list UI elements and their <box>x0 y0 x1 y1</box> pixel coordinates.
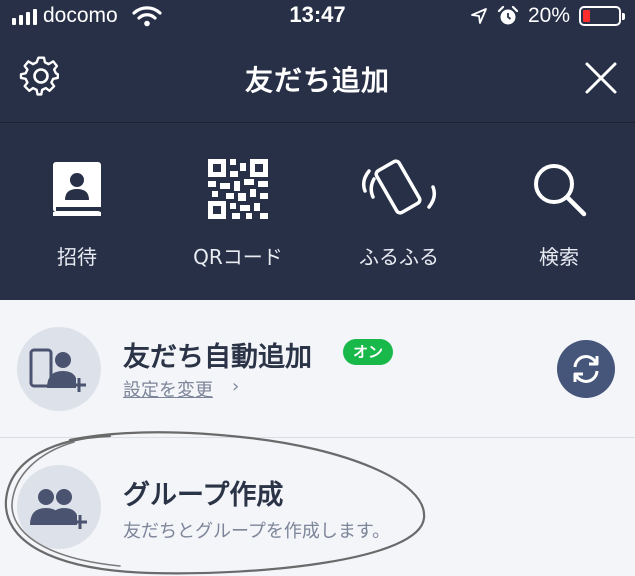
battery-percent: 20% <box>527 4 570 27</box>
close-icon[interactable] <box>583 60 619 96</box>
option-label: 検索 <box>539 245 579 269</box>
sync-button[interactable] <box>557 340 615 398</box>
search-icon <box>534 164 587 217</box>
alarm-icon <box>497 5 519 25</box>
add-friend-options: 招待 QRコード ふるふる 検索 <box>0 123 635 300</box>
shaking-phone-icon <box>361 159 437 215</box>
page-title: 友だち追加 <box>244 64 390 97</box>
auto-add-row[interactable]: 友だち自動追加 オン 設定を変更 › <box>0 300 635 438</box>
create-group-title: グループ作成 <box>123 480 284 511</box>
header: 友だち追加 <box>0 33 635 123</box>
status-right: 20% <box>470 4 625 28</box>
option-label: QRコード <box>193 245 283 269</box>
battery-icon <box>579 6 625 26</box>
friend-list: 友だち自動追加 オン 設定を変更 › グループ作成 友だちとグループを作成します… <box>0 300 635 576</box>
invite-option[interactable]: 招待 <box>7 157 147 270</box>
create-group-subtitle: 友だちとグループを作成します。 <box>123 521 391 542</box>
option-label: 招待 <box>57 245 97 269</box>
create-group-row[interactable]: グループ作成 友だちとグループを作成します。 <box>0 439 635 576</box>
shake-option[interactable]: ふるふる <box>329 157 469 270</box>
change-settings-link[interactable]: 設定を変更 <box>123 376 213 402</box>
sync-icon <box>573 355 599 383</box>
qr-code-icon <box>208 159 268 219</box>
auto-add-title: 友だち自動追加 <box>123 342 312 373</box>
option-label: ふるふる <box>359 245 439 269</box>
search-option[interactable]: 検索 <box>489 157 629 270</box>
contact-book-icon <box>53 162 101 216</box>
add-group-icon <box>17 465 101 549</box>
qr-code-option[interactable]: QRコード <box>168 157 308 270</box>
phone-add-friend-icon <box>17 327 101 411</box>
status-bar: docomo 13:47 20% <box>0 0 635 33</box>
chevron-right-icon: › <box>232 376 240 397</box>
location-icon <box>471 8 487 24</box>
status-badge: オン <box>343 339 394 365</box>
